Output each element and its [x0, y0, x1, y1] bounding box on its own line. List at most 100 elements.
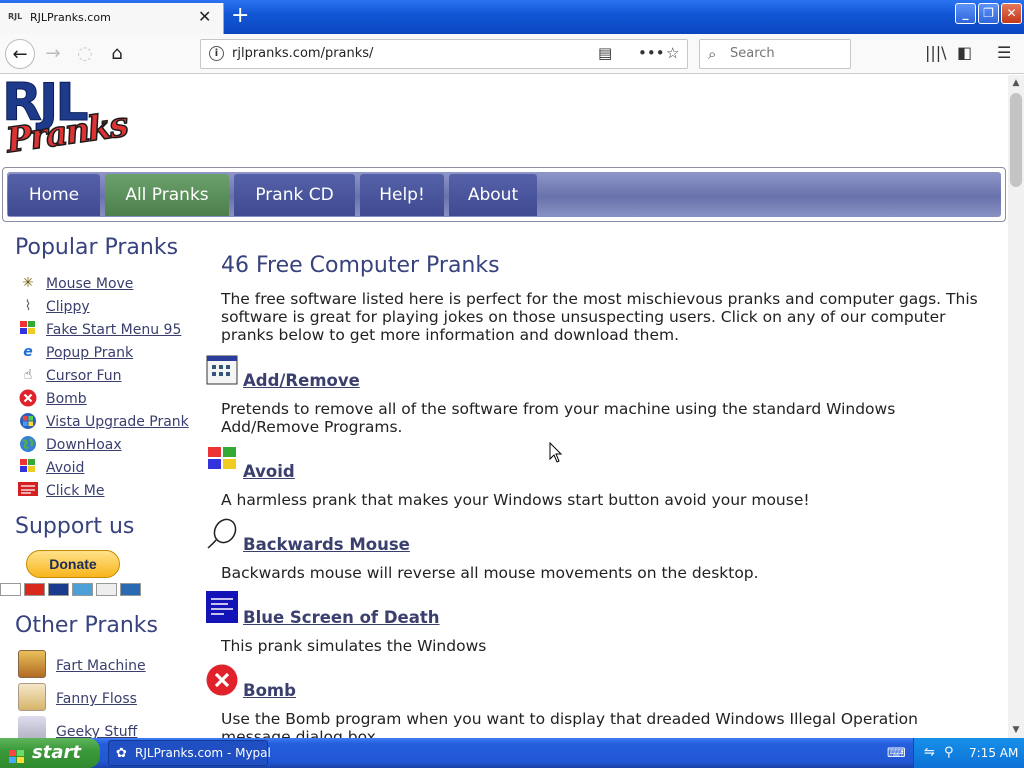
mouse-icon[interactable]: [206, 518, 238, 550]
reload-icon[interactable]: ◌: [70, 39, 100, 69]
discover-card-icon: [96, 583, 117, 596]
mouse-cursor-icon: [549, 441, 563, 464]
main-navigation: Home All Pranks Prank CD Help! About: [2, 167, 1006, 222]
payment-cards: [0, 583, 144, 597]
taskbar-window-button[interactable]: ✿ RJLPranks.com - Mypal: [108, 740, 271, 766]
reader-view-icon[interactable]: ▤: [598, 44, 612, 62]
keyboard-icon[interactable]: ⌨: [887, 746, 906, 761]
url-text[interactable]: rjlpranks.com/pranks/: [232, 46, 373, 61]
blue-screen-icon[interactable]: [206, 591, 238, 623]
clock[interactable]: 7:15 AM: [969, 746, 1018, 760]
page-title: 46 Free Computer Pranks: [221, 253, 500, 278]
nav-prank-cd[interactable]: Prank CD: [234, 174, 355, 216]
fart-machine-box-icon: [18, 650, 46, 678]
internet-explorer-icon: e: [23, 344, 33, 360]
taskbar-window-label: RJLPranks.com - Mypal: [135, 746, 271, 760]
url-bar[interactable]: i rjlpranks.com/pranks/ ▤ ••• ☆: [200, 39, 688, 69]
visa-card-icon: [0, 583, 21, 596]
geeky-stuff-icon: [18, 716, 46, 738]
windows-flag-icon[interactable]: [206, 445, 238, 477]
tab-favicon: RJL: [8, 12, 23, 21]
browser-tab[interactable]: RJL RJLPranks.com ✕: [0, 3, 224, 34]
nav-bar: Home All Pranks Prank CD Help! About: [7, 172, 1001, 217]
vertical-scrollbar[interactable]: ▲ ▼: [1008, 75, 1024, 738]
add-remove-programs-icon[interactable]: [206, 354, 238, 386]
nav-help[interactable]: Help!: [360, 174, 444, 216]
home-icon[interactable]: ⌂: [102, 39, 132, 69]
popular-link[interactable]: Vista Upgrade Prank: [46, 414, 189, 430]
close-window-button[interactable]: ✕: [1001, 3, 1022, 24]
page-actions-icon[interactable]: •••: [638, 44, 665, 62]
library-icon[interactable]: |||\: [925, 43, 947, 62]
search-tray-icon[interactable]: ⚲: [944, 745, 954, 760]
scroll-down-icon[interactable]: ▼: [1008, 722, 1024, 738]
mypal-browser-icon: ✿: [116, 746, 127, 761]
scroll-thumb[interactable]: [1010, 93, 1022, 187]
mouse-move-icon: ✳: [22, 275, 34, 291]
new-tab-icon[interactable]: +: [231, 3, 249, 28]
amex-card-icon: [72, 583, 93, 596]
popular-link[interactable]: Fake Start Menu 95: [46, 322, 181, 338]
fanny-floss-box-icon: [18, 683, 46, 711]
click-here-icon: [18, 481, 38, 499]
bookmark-star-icon[interactable]: ☆: [666, 44, 679, 62]
mastercard-icon: [24, 583, 45, 596]
prank-link[interactable]: Backwards Mouse: [243, 535, 410, 554]
red-x-icon: [18, 389, 38, 407]
intro-paragraph: The free software listed here is perfect…: [221, 290, 978, 344]
close-tab-icon[interactable]: ✕: [198, 7, 211, 26]
nav-all-pranks[interactable]: All Pranks: [105, 174, 229, 216]
other-link[interactable]: Geeky Stuff: [56, 724, 137, 738]
title-bar: RJL RJLPranks.com ✕ + _ ❐ ✕: [0, 0, 1024, 34]
start-label: start: [32, 742, 81, 763]
search-icon: ⌕: [708, 45, 717, 63]
site-logo[interactable]: RJL Pranks: [2, 75, 132, 165]
navigation-toolbar: ← → ◌ ⌂ i rjlpranks.com/pranks/ ▤ ••• ☆ …: [0, 34, 1024, 74]
popular-link[interactable]: Popup Prank: [46, 345, 133, 361]
globe-icon: [18, 435, 38, 453]
other-pranks-heading: Other Pranks: [15, 613, 159, 638]
popular-link[interactable]: Mouse Move: [46, 276, 133, 292]
windows-flag-icon: [18, 458, 38, 476]
start-button[interactable]: start: [0, 738, 100, 768]
popular-link[interactable]: Bomb: [46, 391, 87, 407]
scroll-up-icon[interactable]: ▲: [1008, 75, 1024, 91]
maximize-button[interactable]: ❐: [978, 3, 999, 24]
nav-home[interactable]: Home: [8, 174, 100, 216]
prank-description: Pretends to remove all of the software f…: [221, 400, 896, 436]
paperclip-icon: ⌇: [24, 298, 32, 314]
sidebar-toggle-icon[interactable]: ◧: [957, 43, 972, 62]
prank-link[interactable]: Avoid: [243, 462, 295, 481]
windows-flag-icon: [18, 320, 38, 338]
prank-link[interactable]: Blue Screen of Death: [243, 608, 440, 627]
prank-link[interactable]: Bomb: [243, 681, 296, 700]
donate-button[interactable]: Donate: [26, 550, 120, 578]
other-link[interactable]: Fart Machine: [56, 658, 146, 674]
popular-link[interactable]: Clippy: [46, 299, 90, 315]
support-us-heading: Support us: [15, 514, 135, 539]
prank-link[interactable]: Add/Remove: [243, 371, 360, 390]
menu-icon[interactable]: ☰: [997, 43, 1011, 62]
popular-link[interactable]: Avoid: [46, 460, 84, 476]
other-link[interactable]: Fanny Floss: [56, 691, 137, 707]
popular-link[interactable]: Click Me: [46, 483, 105, 499]
tab-title: RJLPranks.com: [30, 11, 111, 24]
popular-link[interactable]: DownHoax: [46, 437, 122, 453]
popular-link[interactable]: Cursor Fun: [46, 368, 122, 384]
nav-about[interactable]: About: [449, 174, 537, 216]
red-x-icon[interactable]: [206, 664, 238, 696]
maestro-card-icon: [48, 583, 69, 596]
popular-pranks-heading: Popular Pranks: [15, 235, 179, 260]
prank-description: Backwards mouse will reverse all mouse m…: [221, 564, 759, 582]
forward-button[interactable]: →: [38, 39, 68, 69]
system-tray: ⇋ ⚲ 7:15 AM: [913, 738, 1024, 768]
prank-description: This prank simulates the Windows: [221, 637, 487, 655]
search-box[interactable]: ⌕: [699, 39, 851, 69]
back-button[interactable]: ←: [5, 39, 35, 69]
minimize-button[interactable]: _: [955, 3, 976, 24]
site-info-icon[interactable]: i: [209, 46, 224, 61]
web-page: RJL Pranks Home All Pranks Prank CD Help…: [0, 75, 1008, 738]
prank-description: Use the Bomb program when you want to di…: [221, 710, 918, 738]
network-icon[interactable]: ⇋: [924, 745, 935, 760]
search-input[interactable]: [730, 46, 840, 61]
